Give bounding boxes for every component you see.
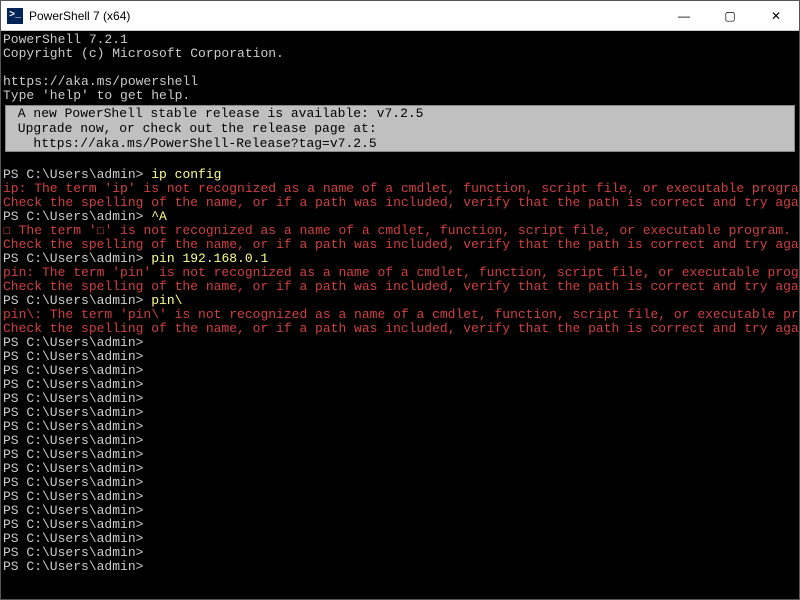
error-line: pin: The term 'pin' is not recognized as…	[3, 265, 799, 280]
error-line: Check the spelling of the name, or if a …	[3, 321, 799, 336]
prompt: PS C:\Users\admin>	[3, 335, 151, 350]
prompt: PS C:\Users\admin>	[3, 167, 151, 182]
prompt: PS C:\Users\admin>	[3, 489, 151, 504]
prompt: PS C:\Users\admin>	[3, 251, 151, 266]
prompt: PS C:\Users\admin>	[3, 433, 151, 448]
window-buttons: — ▢ ✕	[661, 1, 799, 30]
prompt: PS C:\Users\admin>	[3, 377, 151, 392]
close-button[interactable]: ✕	[753, 1, 799, 30]
maximize-button[interactable]: ▢	[707, 1, 753, 30]
powershell-icon: >_	[7, 8, 23, 24]
command-input: pin\	[151, 293, 182, 308]
prompt: PS C:\Users\admin>	[3, 475, 151, 490]
error-line: Check the spelling of the name, or if a …	[3, 195, 799, 210]
prompt: PS C:\Users\admin>	[3, 419, 151, 434]
update-notice: A new PowerShell stable release is avail…	[5, 105, 795, 152]
prompt: PS C:\Users\admin>	[3, 363, 151, 378]
prompt: PS C:\Users\admin>	[3, 559, 151, 574]
prompt: PS C:\Users\admin>	[3, 293, 151, 308]
error-line: Check the spelling of the name, or if a …	[3, 237, 799, 252]
prompt: PS C:\Users\admin>	[3, 391, 151, 406]
command-input: ip config	[151, 167, 221, 182]
error-line: ☐ The term '☐' is not recognized as a na…	[3, 223, 791, 238]
prompt: PS C:\Users\admin>	[3, 545, 151, 560]
prompt: PS C:\Users\admin>	[3, 405, 151, 420]
docs-url: https://aka.ms/powershell	[3, 74, 198, 89]
prompt: PS C:\Users\admin>	[3, 517, 151, 532]
titlebar[interactable]: >_ PowerShell 7 (x64) — ▢ ✕	[1, 1, 799, 31]
prompt: PS C:\Users\admin>	[3, 503, 151, 518]
terminal-output[interactable]: PowerShell 7.2.1 Copyright (c) Microsoft…	[1, 31, 799, 599]
window: >_ PowerShell 7 (x64) — ▢ ✕ PowerShell 7…	[0, 0, 800, 600]
help-hint: Type 'help' to get help.	[3, 88, 190, 103]
minimize-button[interactable]: —	[661, 1, 707, 30]
error-line: ip: The term 'ip' is not recognized as a…	[3, 181, 799, 196]
error-line: Check the spelling of the name, or if a …	[3, 279, 799, 294]
copyright-line: Copyright (c) Microsoft Corporation.	[3, 46, 284, 61]
prompt: PS C:\Users\admin>	[3, 461, 151, 476]
notice-line-2: Upgrade now, or check out the release pa…	[10, 121, 377, 136]
error-line: pin\: The term 'pin\' is not recognized …	[3, 307, 799, 322]
prompt: PS C:\Users\admin>	[3, 209, 151, 224]
notice-line-1: A new PowerShell stable release is avail…	[10, 106, 423, 121]
command-input: ^A	[151, 209, 167, 224]
notice-release-url: https://aka.ms/PowerShell-Release?tag=v7…	[10, 136, 377, 151]
command-input: pin 192.168.0.1	[151, 251, 268, 266]
window-title: PowerShell 7 (x64)	[29, 9, 130, 23]
ps-version-line: PowerShell 7.2.1	[3, 32, 128, 47]
prompt: PS C:\Users\admin>	[3, 447, 151, 462]
prompt: PS C:\Users\admin>	[3, 531, 151, 546]
powershell-icon-glyph: >_	[9, 11, 21, 21]
prompt: PS C:\Users\admin>	[3, 349, 151, 364]
